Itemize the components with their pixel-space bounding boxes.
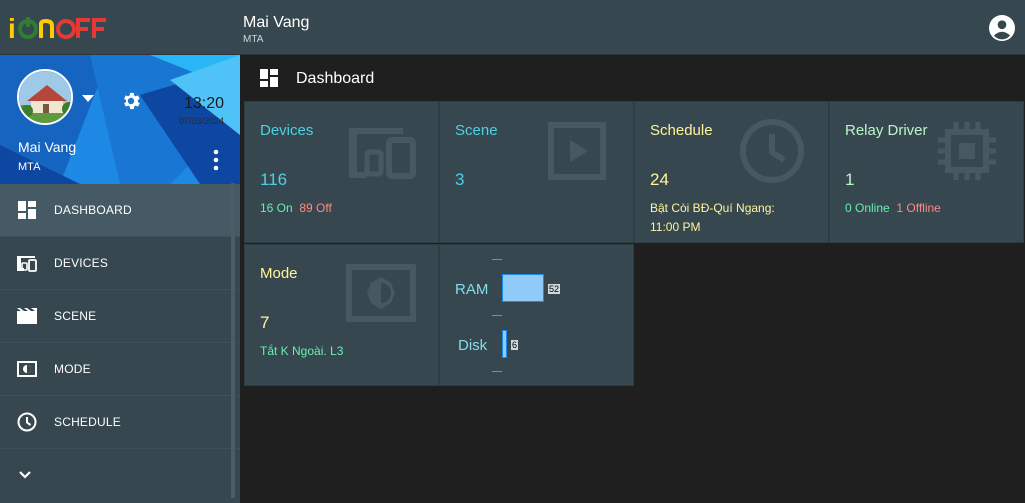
chart-tick	[492, 371, 502, 372]
chip-icon	[938, 122, 996, 180]
disk-usage-bar	[502, 330, 507, 358]
sidebar-item-mode[interactable]: MODE	[0, 343, 240, 396]
card-title: Scene	[455, 122, 498, 139]
schedule-icon	[16, 411, 38, 433]
card-title: Mode	[260, 265, 298, 282]
scene-icon	[16, 305, 38, 327]
disk-label: Disk	[458, 337, 488, 354]
clock-icon	[740, 119, 804, 183]
devices-icon	[349, 128, 416, 179]
card-title: Relay Driver	[845, 122, 928, 139]
schedule-card[interactable]: Schedule 24 Bật Còi BĐ-Quí Ngang: 11:00 …	[634, 101, 829, 243]
settings-gear-icon[interactable]	[120, 90, 142, 112]
ram-label: RAM	[455, 281, 489, 298]
card-title: Schedule	[650, 122, 713, 139]
avatar[interactable]	[17, 69, 73, 125]
chevron-down-icon[interactable]	[82, 95, 94, 103]
account-circle-icon[interactable]	[989, 15, 1015, 41]
scene-card[interactable]: Scene 3	[439, 101, 634, 243]
chevron-down-icon	[19, 471, 31, 479]
sidebar-scrollbar[interactable]	[231, 183, 235, 498]
devices-count: 116	[260, 170, 288, 189]
sidebar-item-label: MODE	[54, 362, 91, 376]
dashboard-icon	[16, 199, 38, 221]
sidebar: 13:20 07/03/2024 Mai Vang MTA DASHBOARD …	[0, 55, 240, 503]
page-title: Dashboard	[296, 70, 375, 87]
scene-count: 3	[455, 170, 465, 189]
sidebar-item-scene[interactable]: SCENE	[0, 290, 240, 343]
chart-tick	[492, 259, 502, 260]
sidebar-item-label: DEVICES	[54, 256, 109, 270]
profile-panel: 13:20 07/03/2024 Mai Vang MTA	[0, 55, 240, 184]
play-icon	[548, 122, 606, 180]
profile-sub: MTA	[18, 161, 41, 173]
expand-more-button[interactable]	[0, 449, 240, 501]
svg-text:i: i	[8, 13, 16, 44]
sidebar-item-dashboard[interactable]: DASHBOARD	[0, 184, 240, 237]
relay-driver-card[interactable]: Relay Driver 1 0 Online 1 Offline	[829, 101, 1024, 243]
mode-count: 7	[260, 313, 270, 332]
sidebar-item-label: SCENE	[54, 309, 97, 323]
more-vert-icon[interactable]	[213, 149, 219, 171]
schedule-detail: Bật Còi BĐ-Quí Ngang:	[650, 201, 775, 215]
system-resources-card: RAM 52 Disk 6	[439, 244, 634, 386]
relay-online: 0 Online	[845, 201, 890, 215]
schedule-next: Bật Còi BĐ-Quí Ngang: 11:00 PM	[650, 199, 775, 237]
chart-tick	[492, 315, 502, 316]
disk-value: 6	[511, 340, 519, 350]
mode-detail: Tắt K Ngoài. L3	[260, 344, 344, 358]
devices-icon	[16, 252, 38, 274]
devices-card[interactable]: Devices 116 16 On 89 Off	[244, 101, 439, 243]
clock-time: 13:20	[183, 95, 224, 112]
relay-status: 0 Online 1 Offline	[845, 199, 941, 218]
top-app-bar: i Mai Vang MTA	[0, 0, 1025, 55]
mode-icon	[346, 264, 416, 322]
header-user-sub: MTA	[243, 34, 264, 45]
sidebar-item-schedule[interactable]: SCHEDULE	[0, 396, 240, 449]
sidebar-item-label: DASHBOARD	[54, 203, 132, 217]
card-title: Devices	[260, 122, 314, 139]
devices-status: 16 On 89 Off	[260, 199, 332, 218]
sidebar-item-devices[interactable]: DEVICES	[0, 237, 240, 290]
devices-on: 16 On	[260, 201, 293, 215]
schedule-time: 11:00 PM	[650, 220, 701, 234]
dashboard-icon	[260, 69, 278, 87]
clock-date: 07/03/2024	[178, 116, 224, 126]
schedule-count: 24	[650, 170, 669, 189]
sidebar-item-label: SCHEDULE	[54, 415, 121, 429]
mode-icon	[16, 358, 38, 380]
ram-usage-bar	[502, 274, 544, 302]
relay-count: 1	[845, 170, 855, 189]
ionoff-logo[interactable]: i	[8, 12, 113, 44]
mode-card[interactable]: Mode 7 Tắt K Ngoài. L3	[244, 244, 439, 386]
header-user-name: Mai Vang	[243, 14, 310, 31]
ram-value: 52	[548, 284, 561, 294]
relay-offline: 1 Offline	[896, 201, 941, 215]
section-header: Dashboard	[240, 55, 1025, 100]
profile-name: Mai Vang	[18, 139, 77, 155]
devices-off: 89 Off	[299, 201, 332, 215]
